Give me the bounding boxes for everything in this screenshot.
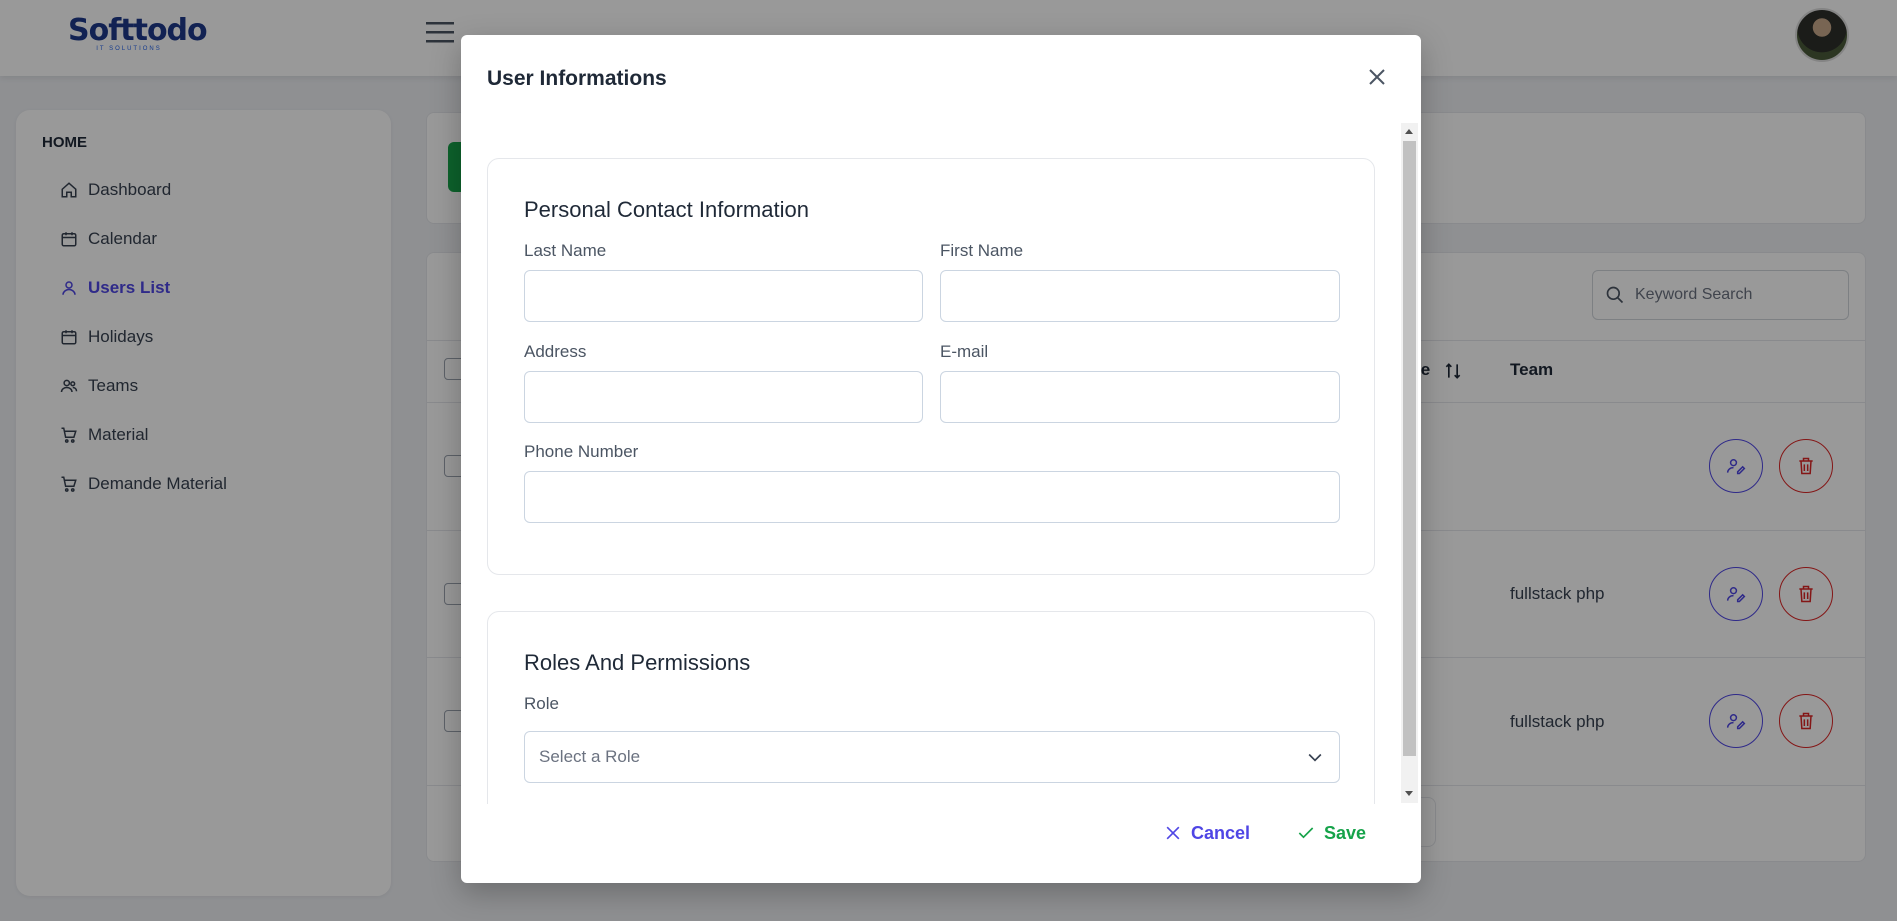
last-name-label: Last Name: [524, 241, 607, 260]
role-select[interactable]: Select a Role: [524, 731, 1340, 783]
close-icon: [1166, 826, 1180, 840]
check-icon: [1298, 827, 1314, 839]
role-label: Role: [524, 694, 559, 713]
section-title: Roles And Permissions: [524, 650, 751, 675]
email-label: E-mail: [940, 342, 989, 361]
scroll-up-arrow-icon[interactable]: [1405, 129, 1413, 134]
cancel-label: Cancel: [1191, 822, 1251, 843]
close-icon: [1369, 69, 1385, 85]
roles-permissions-section: Roles And Permissions Role Select a Role: [487, 611, 1375, 804]
section-title: Personal Contact Information: [524, 197, 809, 222]
save-button[interactable]: Save: [1296, 818, 1366, 848]
modal-body: Personal Contact Information Last Name F…: [487, 122, 1397, 804]
address-input[interactable]: [524, 371, 923, 423]
cancel-button[interactable]: Cancel: [1163, 818, 1250, 848]
role-select-placeholder: Select a Role: [539, 747, 641, 766]
last-name-input[interactable]: [524, 270, 923, 322]
phone-number-input[interactable]: [524, 471, 1340, 523]
save-label: Save: [1324, 822, 1367, 843]
scrollbar-thumb[interactable]: [1403, 141, 1416, 756]
first-name-label: First Name: [940, 241, 1024, 260]
scroll-down-arrow-icon[interactable]: [1405, 791, 1413, 796]
personal-contact-section: Personal Contact Information Last Name F…: [487, 158, 1375, 575]
modal-title: User Informations: [487, 67, 667, 90]
email-input[interactable]: [940, 371, 1340, 423]
user-info-modal: User Informations Personal Contact Infor…: [461, 35, 1421, 883]
first-name-input[interactable]: [940, 270, 1340, 322]
chevron-down-icon: [1308, 753, 1322, 762]
phone-number-label: Phone Number: [524, 442, 639, 461]
modal-scrollbar[interactable]: [1401, 123, 1418, 803]
close-modal-button[interactable]: [1365, 65, 1389, 89]
address-label: Address: [524, 342, 587, 361]
